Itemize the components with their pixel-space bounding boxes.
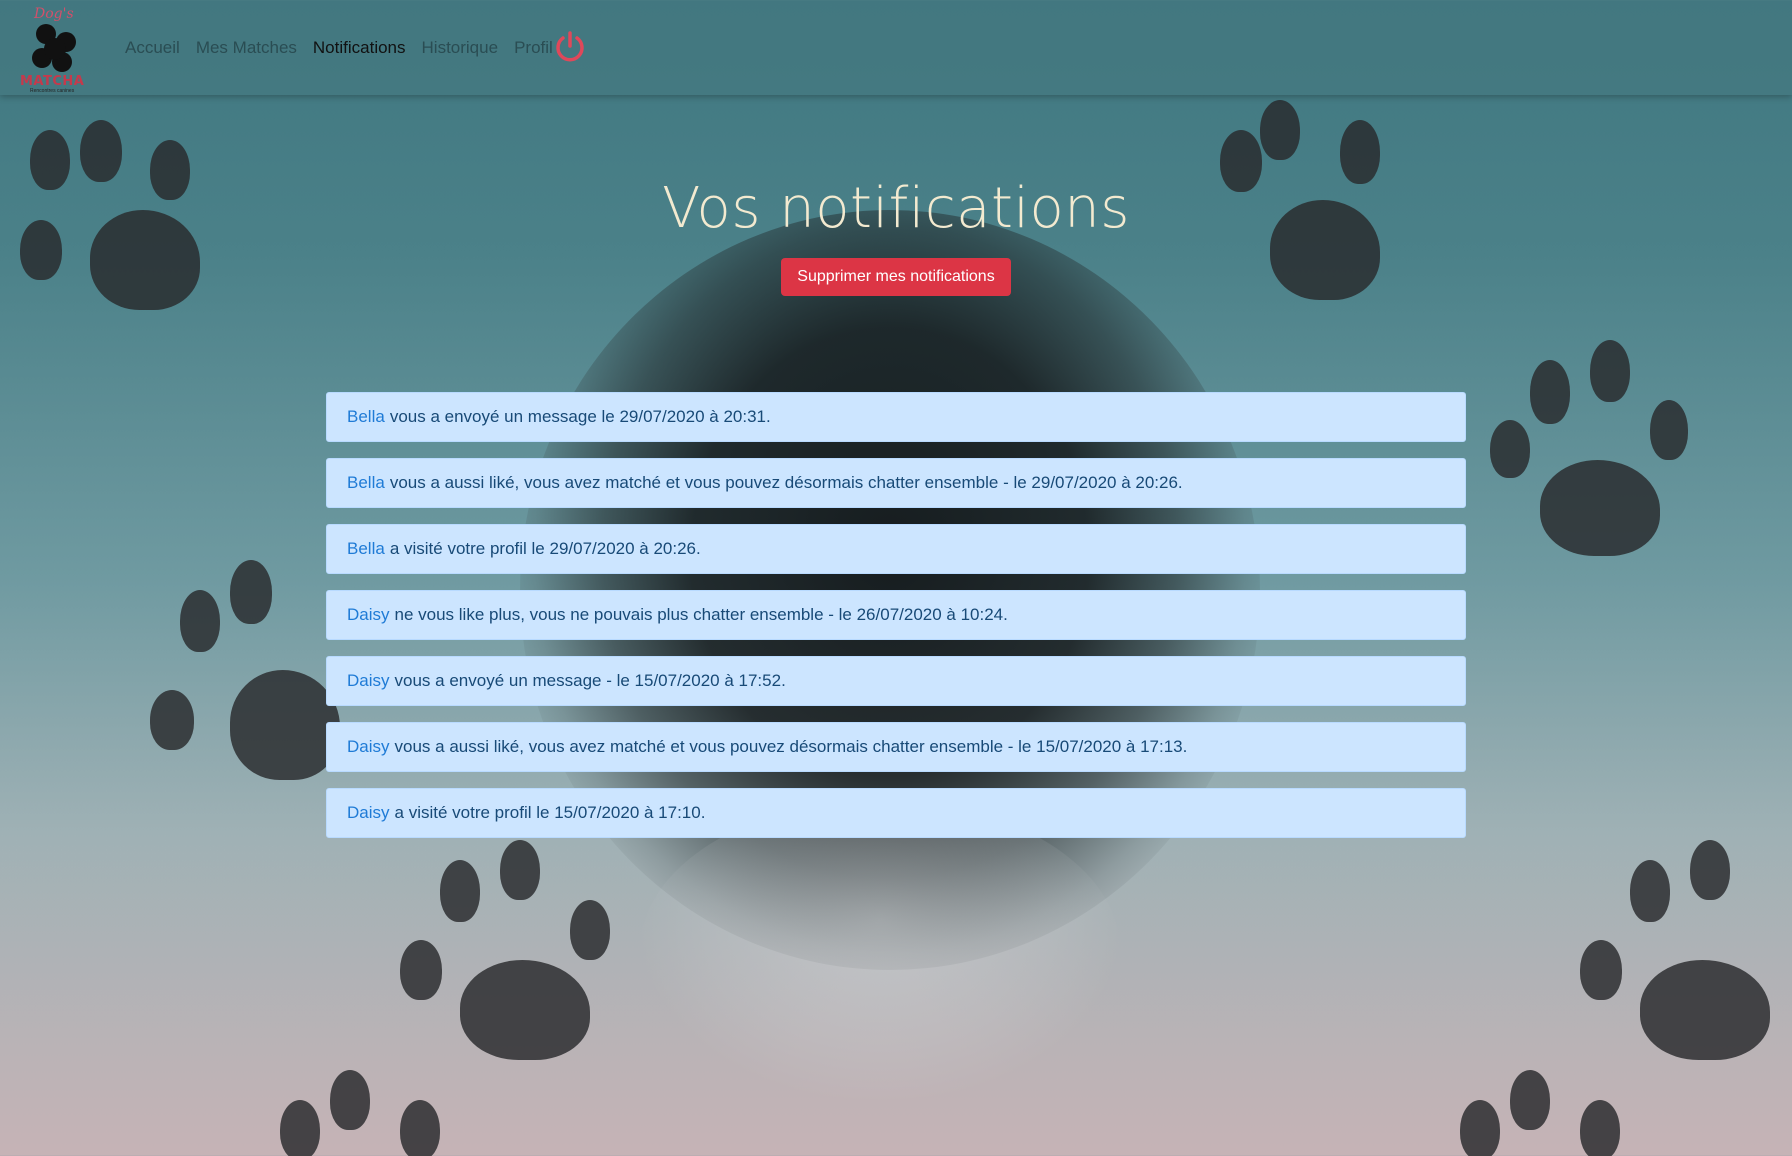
bone-icon [32, 24, 78, 72]
notification-user-link[interactable]: Daisy [347, 803, 390, 823]
notification-user-link[interactable]: Daisy [347, 605, 390, 625]
notification-user-link[interactable]: Daisy [347, 737, 390, 757]
notification-text: ne vous like plus, vous ne pouvais plus … [394, 605, 1008, 624]
notification-user-link[interactable]: Bella [347, 407, 385, 427]
nav-accueil[interactable]: Accueil [117, 38, 188, 58]
paw-print-icon [150, 560, 350, 790]
page-title: Vos notifications [662, 176, 1130, 241]
notification-item: Daisy a visité votre profil le 15/07/202… [326, 788, 1466, 838]
notification-text: vous a envoyé un message - le 15/07/2020… [394, 671, 786, 690]
notification-text: vous a aussi liké, vous avez matché et v… [389, 473, 1183, 492]
notification-text: a visité votre profil le 15/07/2020 à 17… [394, 803, 706, 822]
notification-user-link[interactable]: Daisy [347, 671, 390, 691]
navbar: Dog's MATCHA Rencontres canines Accueil … [0, 0, 1792, 95]
notification-item: Daisy vous a envoyé un message - le 15/0… [326, 656, 1466, 706]
paw-print-icon [280, 1060, 460, 1156]
notification-list: Bella vous a envoyé un message le 29/07/… [326, 392, 1466, 854]
nav-notifications[interactable]: Notifications [305, 38, 414, 58]
notification-text: vous a aussi liké, vous avez matché et v… [394, 737, 1188, 756]
nav-mes-matches[interactable]: Mes Matches [188, 38, 305, 58]
logo-top-text: Dog's [34, 6, 74, 22]
notification-item: Bella vous a envoyé un message le 29/07/… [326, 392, 1466, 442]
delete-notifications-button[interactable]: Supprimer mes notifications [781, 258, 1011, 296]
paw-print-icon [400, 840, 620, 1070]
notification-item: Bella a visité votre profil le 29/07/202… [326, 524, 1466, 574]
logo-subtitle: Rencontres canines [30, 88, 75, 94]
notification-item: Daisy vous a aussi liké, vous avez match… [326, 722, 1466, 772]
paw-print-icon [1460, 1060, 1640, 1156]
notification-text: a visité votre profil le 29/07/2020 à 20… [389, 539, 701, 558]
site-logo[interactable]: Dog's MATCHA Rencontres canines [18, 4, 90, 94]
paw-print-icon [1490, 340, 1690, 560]
nav-historique[interactable]: Historique [414, 38, 507, 58]
notification-item: Bella vous a aussi liké, vous avez match… [326, 458, 1466, 508]
power-icon[interactable] [553, 30, 587, 64]
notification-text: vous a envoyé un message le 29/07/2020 à… [389, 407, 771, 426]
paw-print-icon [1580, 840, 1790, 1070]
notification-user-link[interactable]: Bella [347, 539, 385, 559]
logo-wordmark: MATCHA [20, 74, 85, 89]
notification-user-link[interactable]: Bella [347, 473, 385, 493]
notification-item: Daisy ne vous like plus, vous ne pouvais… [326, 590, 1466, 640]
nav-links: Accueil Mes Matches Notifications Histor… [117, 0, 561, 95]
